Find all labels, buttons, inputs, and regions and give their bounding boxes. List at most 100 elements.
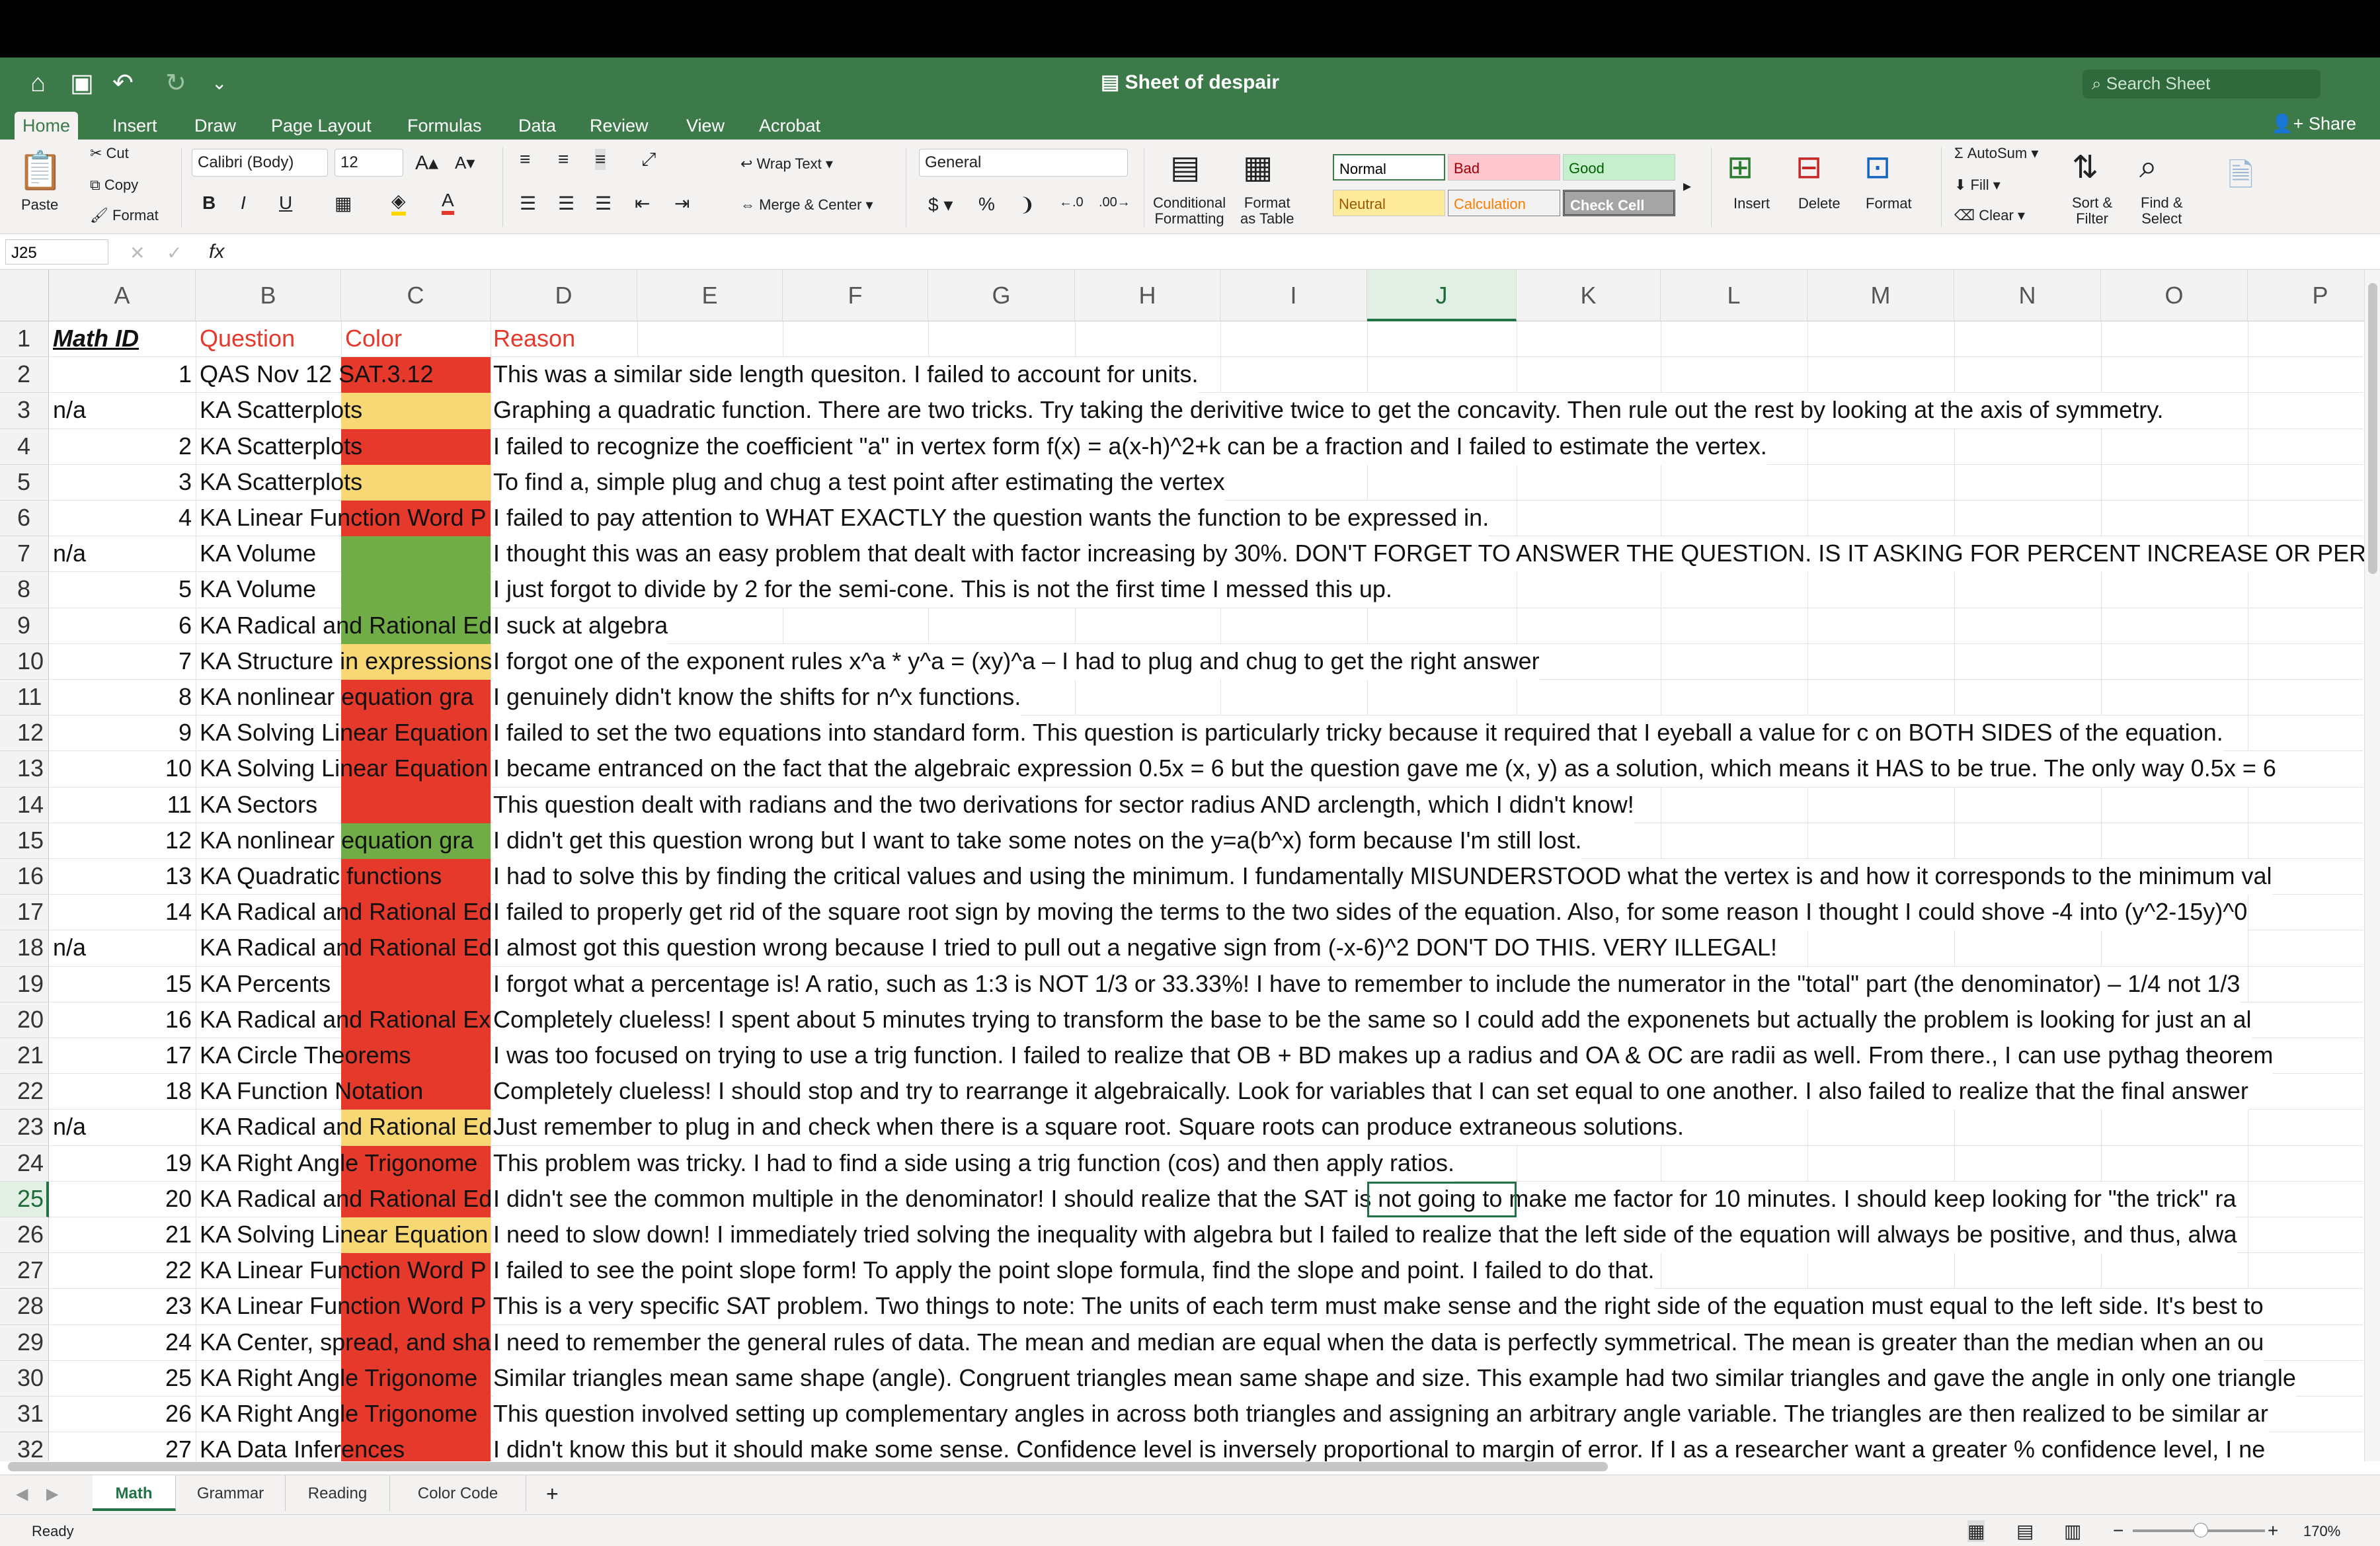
row-header[interactable]: 3: [0, 393, 49, 429]
cell-question[interactable]: KA Sectors: [200, 788, 317, 823]
conditional-formatting-button[interactable]: Conditional Formatting: [1153, 195, 1226, 227]
tab-review[interactable]: Review: [582, 112, 656, 140]
cell-math-id[interactable]: n/a: [53, 393, 86, 428]
color-swatch-cell[interactable]: [341, 787, 491, 823]
cell-reason[interactable]: To find a, simple plug and chug a test p…: [493, 464, 1225, 501]
page-break-view-icon[interactable]: ▥: [2064, 1520, 2081, 1542]
cell-math-id[interactable]: 1: [49, 357, 192, 393]
clear-button[interactable]: ⌫ Clear ▾: [1954, 207, 2025, 224]
cell-reason[interactable]: This is a very specific SAT problem. Two…: [493, 1289, 2264, 1325]
row-header[interactable]: 21: [0, 1038, 49, 1075]
cell-question[interactable]: KA Function Notation: [200, 1074, 423, 1110]
format-cells-icon[interactable]: ⊡: [1864, 149, 1891, 186]
sheet-tab-color-code[interactable]: Color Code: [390, 1475, 526, 1511]
column-header[interactable]: O: [2101, 270, 2248, 321]
tab-view[interactable]: View: [678, 112, 733, 140]
format-painter-button[interactable]: 🖌 Format: [90, 207, 159, 224]
cell-question[interactable]: KA Scatterplots: [200, 393, 362, 428]
column-header[interactable]: B: [196, 270, 341, 321]
sheet-tab-reading[interactable]: Reading: [286, 1475, 390, 1511]
tab-data[interactable]: Data: [510, 112, 564, 140]
cell-question[interactable]: KA Right Angle Trigonome: [200, 1146, 477, 1182]
tab-acrobat[interactable]: Acrobat: [751, 112, 828, 140]
style-calculation[interactable]: Calculation: [1448, 190, 1560, 216]
cell-math-id[interactable]: 7: [49, 644, 192, 680]
column-header[interactable]: C: [341, 270, 491, 321]
name-box[interactable]: J25: [5, 239, 108, 264]
cell-reason[interactable]: Reason: [493, 321, 575, 357]
row-header[interactable]: 27: [0, 1253, 49, 1289]
row-header[interactable]: 23: [0, 1110, 49, 1146]
cell-math-id[interactable]: 10: [49, 751, 192, 787]
confirm-icon[interactable]: ✓: [167, 242, 182, 264]
style-bad[interactable]: Bad: [1448, 154, 1560, 181]
paste-icon[interactable]: 📋: [17, 149, 63, 192]
cell-reason[interactable]: This was a similar side length quesiton.…: [493, 357, 1199, 393]
cell-question[interactable]: KA Quadratic functions: [200, 859, 442, 895]
row-header[interactable]: 1: [0, 321, 49, 358]
cell-question[interactable]: KA Right Angle Trigonome: [200, 1397, 477, 1432]
italic-icon[interactable]: I: [241, 192, 246, 214]
vertical-scrollbar[interactable]: [2364, 270, 2380, 1461]
cell-reason[interactable]: This problem was tricky. I had to find a…: [493, 1145, 1455, 1182]
cell-math-id[interactable]: 27: [49, 1432, 192, 1461]
cell-math-id[interactable]: n/a: [53, 536, 86, 572]
cell-math-id[interactable]: 19: [49, 1146, 192, 1182]
row-header[interactable]: 20: [0, 1002, 49, 1038]
cell-math-id[interactable]: 24: [49, 1325, 192, 1361]
cell-reason[interactable]: I didn't see the common multiple in the …: [493, 1181, 2237, 1217]
cell-question[interactable]: KA Radical and Rational Ed: [200, 1110, 492, 1145]
merge-center-button[interactable]: ⇔ Merge & Center ▾: [740, 196, 873, 214]
row-header[interactable]: 30: [0, 1360, 49, 1397]
cell-math-id[interactable]: Math ID: [53, 321, 139, 357]
sheet-tab-grammar[interactable]: Grammar: [176, 1475, 286, 1511]
cell-question[interactable]: Question: [200, 321, 295, 357]
cell-reason[interactable]: I genuinely didn't know the shifts for n…: [493, 680, 1021, 715]
format-as-table-button[interactable]: Format as Table: [1240, 195, 1294, 227]
row-header[interactable]: 25: [0, 1181, 49, 1217]
row-header[interactable]: 15: [0, 823, 49, 859]
align-left-icon[interactable]: ☰: [520, 192, 536, 214]
cell-reason[interactable]: This question dealt with radians and the…: [493, 787, 1634, 823]
cancel-icon[interactable]: ✕: [130, 242, 145, 264]
fill-color-icon[interactable]: ◈: [391, 190, 406, 216]
cell-reason[interactable]: I need to slow down! I immediately tried…: [493, 1217, 2237, 1253]
cell-question[interactable]: KA Right Angle Trigonome: [200, 1361, 477, 1397]
cell-math-id[interactable]: 6: [49, 608, 192, 644]
row-header[interactable]: 18: [0, 930, 49, 967]
conditional-formatting-icon[interactable]: ▤: [1170, 149, 1200, 186]
cell-math-id[interactable]: 14: [49, 895, 192, 930]
style-neutral[interactable]: Neutral: [1333, 190, 1445, 216]
next-sheet-icon[interactable]: ▶: [46, 1485, 58, 1504]
insert-cells-icon[interactable]: ⊞: [1727, 149, 1753, 186]
styles-more-icon[interactable]: ▸: [1683, 177, 1691, 196]
column-header[interactable]: A: [49, 270, 196, 321]
delete-button[interactable]: Delete: [1798, 195, 1841, 212]
color-swatch-cell[interactable]: [341, 393, 491, 429]
cell-math-id[interactable]: 4: [49, 501, 192, 536]
add-sheet-icon[interactable]: +: [546, 1482, 559, 1506]
sort-filter-icon[interactable]: ⇅: [2072, 149, 2098, 186]
cell-question[interactable]: KA Radical and Rational Ed: [200, 608, 492, 644]
vertical-scroll-thumb[interactable]: [2368, 283, 2377, 574]
column-header[interactable]: D: [491, 270, 637, 321]
cell-math-id[interactable]: 20: [49, 1182, 192, 1217]
wrap-text-button[interactable]: ↩ Wrap Text ▾: [740, 155, 833, 173]
column-header[interactable]: P: [2248, 270, 2364, 321]
cell-reason[interactable]: I need to remember the general rules of …: [493, 1324, 2264, 1361]
find-select-button[interactable]: Find & Select: [2141, 195, 2183, 227]
cell-question[interactable]: KA Data Inferences: [200, 1432, 405, 1461]
row-header[interactable]: 9: [0, 608, 49, 644]
row-header[interactable]: 19: [0, 966, 49, 1002]
row-header[interactable]: 4: [0, 428, 49, 465]
cell-color[interactable]: Color: [345, 321, 402, 357]
cell-reason[interactable]: I thought this was an easy problem that …: [493, 536, 2364, 573]
cell-math-id[interactable]: 8: [49, 680, 192, 715]
cell-question[interactable]: KA Center, spread, and sha: [200, 1325, 491, 1361]
cell-math-id[interactable]: 2: [49, 429, 192, 465]
font-color-icon[interactable]: A: [442, 190, 454, 215]
cell-math-id[interactable]: 12: [49, 823, 192, 859]
cell-math-id[interactable]: 23: [49, 1289, 192, 1324]
cell-reason[interactable]: Completely clueless! I should stop and t…: [493, 1074, 2248, 1110]
cell-math-id[interactable]: 25: [49, 1361, 192, 1397]
